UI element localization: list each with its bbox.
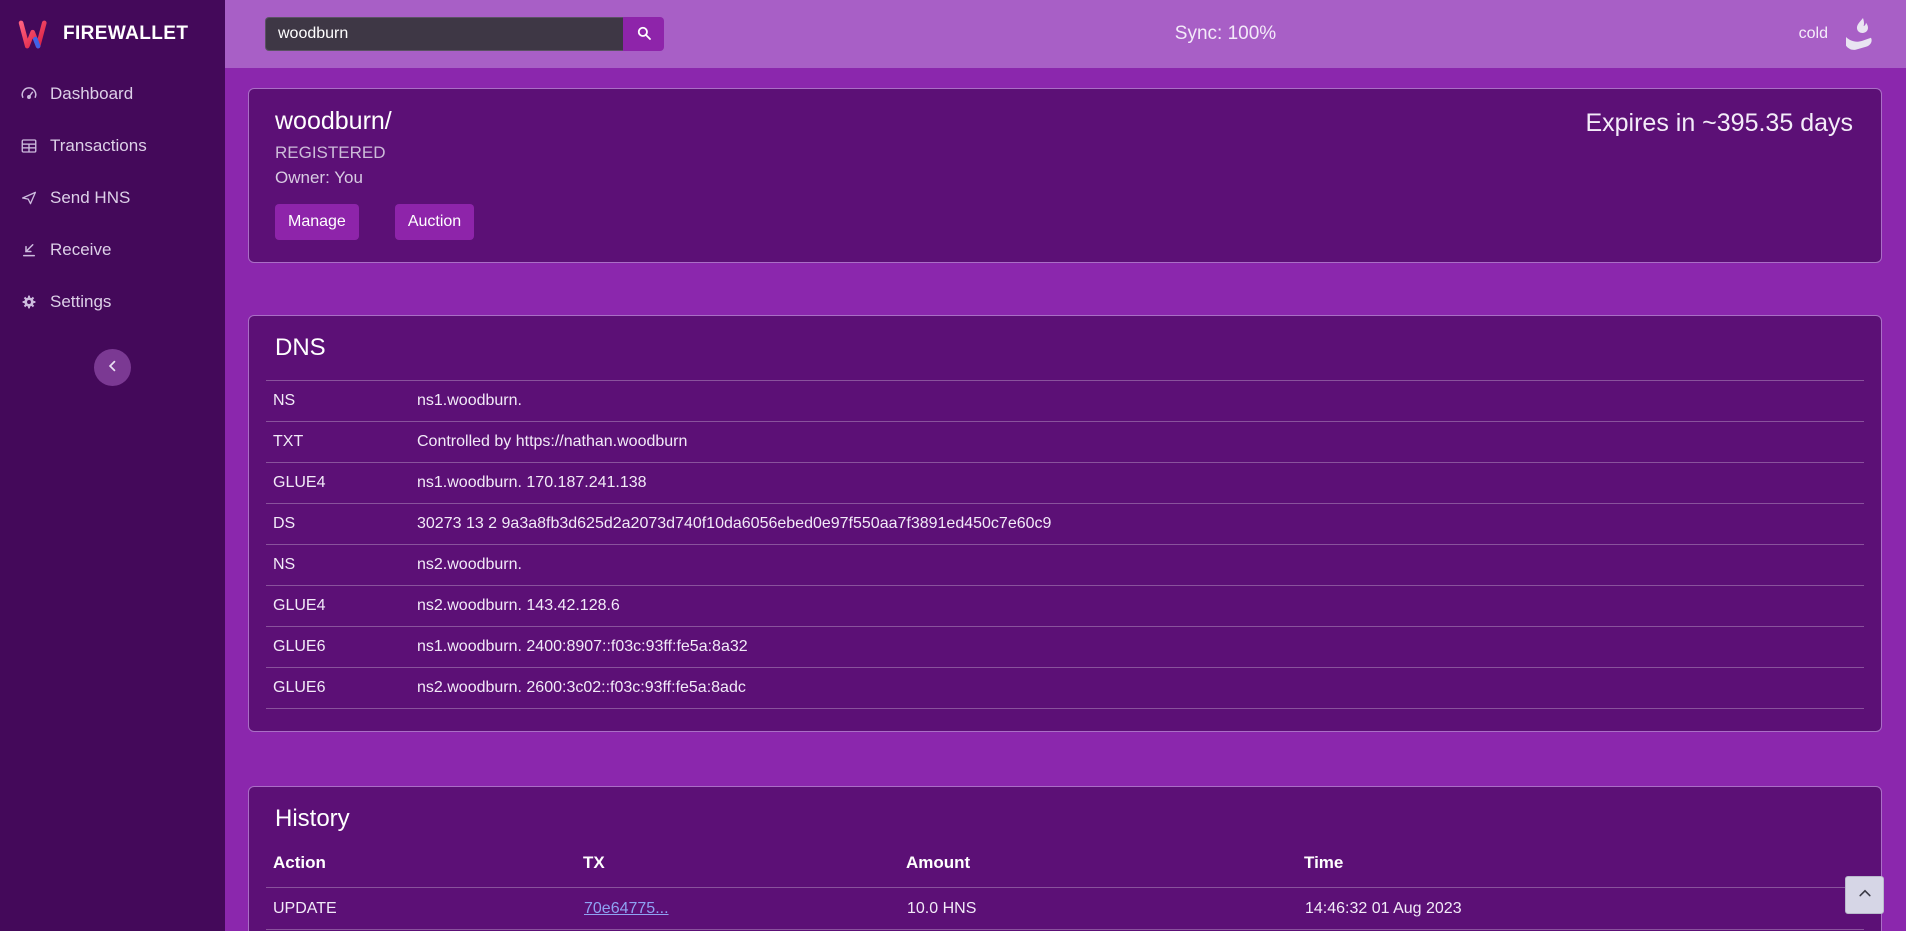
domain-owner: Owner: You: [275, 168, 1855, 188]
dns-record-row: GLUE4 ns1.woodburn. 170.187.241.138: [266, 463, 1864, 504]
topbar-right: cold: [1799, 17, 1880, 51]
dns-record-row: GLUE6 ns1.woodburn. 2400:8907::f03c:93ff…: [266, 627, 1864, 668]
history-col-action: Action: [266, 851, 583, 888]
dns-record-type: NS: [266, 545, 416, 586]
dns-record-type: GLUE6: [266, 668, 416, 709]
sidebar-item-label: Send HNS: [50, 188, 130, 208]
dns-card: DNS NS ns1.woodburn. TXT Controlled by h…: [248, 315, 1882, 732]
dns-record-row: GLUE6 ns2.woodburn. 2600:3c02::f03c:93ff…: [266, 668, 1864, 709]
dns-title: DNS: [249, 334, 1881, 362]
dns-record-value: ns1.woodburn. 2400:8907::f03c:93ff:fe5a:…: [416, 627, 1864, 668]
history-row: UPDATE 70e64775... 10.0 HNS 14:46:32 01 …: [266, 888, 1864, 930]
app-root: FIREWALLET Dashboard Transactions: [0, 0, 1906, 931]
fire-hand-icon[interactable]: [1838, 17, 1880, 51]
send-icon: [20, 189, 38, 207]
sidebar-item-send-hns[interactable]: Send HNS: [0, 172, 225, 224]
dns-record-row: TXT Controlled by https://nathan.woodbur…: [266, 422, 1864, 463]
sidebar-nav: Dashboard Transactions Send HNS: [0, 68, 225, 328]
sidebar-collapse-button[interactable]: [94, 349, 131, 386]
dns-record-row: GLUE4 ns2.woodburn. 143.42.128.6: [266, 586, 1864, 627]
history-action: UPDATE: [266, 888, 583, 930]
sidebar: FIREWALLET Dashboard Transactions: [0, 0, 225, 931]
topbar: Sync: 100% cold: [225, 0, 1906, 68]
domain-actions: Manage Auction: [275, 204, 1855, 240]
dns-record-type: GLUE4: [266, 463, 416, 504]
search-input[interactable]: [265, 17, 623, 51]
manage-button[interactable]: Manage: [275, 204, 359, 240]
domain-expiry: Expires in ~395.35 days: [1585, 109, 1853, 138]
wallet-name: cold: [1799, 25, 1828, 43]
history-col-tx: TX: [583, 851, 906, 888]
dns-record-value: ns2.woodburn.: [416, 545, 1864, 586]
table-icon: [20, 137, 38, 155]
history-header-row: Action TX Amount Time: [266, 851, 1864, 888]
receive-icon: [20, 241, 38, 259]
sidebar-item-receive[interactable]: Receive: [0, 224, 225, 276]
sync-status: Sync: 100%: [1175, 23, 1276, 45]
firewallet-logo-icon: [18, 20, 52, 49]
content: woodburn/ REGISTERED Owner: You Manage A…: [225, 68, 1906, 931]
tx-link[interactable]: 70e64775...: [584, 900, 669, 917]
brand[interactable]: FIREWALLET: [0, 0, 225, 68]
auction-button[interactable]: Auction: [395, 204, 474, 240]
search-button[interactable]: [623, 17, 664, 51]
history-title: History: [249, 805, 1881, 833]
gear-icon: [20, 293, 38, 311]
dns-record-value: 30273 13 2 9a3a8fb3d625d2a2073d740f10da6…: [416, 504, 1864, 545]
dns-record-row: NS ns2.woodburn.: [266, 545, 1864, 586]
sidebar-item-dashboard[interactable]: Dashboard: [0, 68, 225, 120]
history-card: History Action TX Amount Time UPDATE: [248, 786, 1882, 931]
dns-record-type: GLUE4: [266, 586, 416, 627]
dns-record-value: ns2.woodburn. 2600:3c02::f03c:93ff:fe5a:…: [416, 668, 1864, 709]
search-group: [265, 17, 664, 51]
sidebar-item-label: Transactions: [50, 136, 147, 156]
sidebar-item-label: Settings: [50, 292, 111, 312]
dns-record-value: ns2.woodburn. 143.42.128.6: [416, 586, 1864, 627]
gauge-icon: [20, 85, 38, 103]
sidebar-item-transactions[interactable]: Transactions: [0, 120, 225, 172]
sidebar-item-label: Dashboard: [50, 84, 133, 104]
dns-record-type: NS: [266, 381, 416, 422]
brand-name: FIREWALLET: [63, 23, 188, 45]
dns-record-value: ns1.woodburn. 170.187.241.138: [416, 463, 1864, 504]
dns-record-value: ns1.woodburn.: [416, 381, 1864, 422]
chevron-up-icon: [1857, 886, 1873, 905]
main-column: Sync: 100% cold woodburn/ REGISTERED Own…: [225, 0, 1906, 931]
history-amount: 10.0 HNS: [906, 888, 1304, 930]
sidebar-item-settings[interactable]: Settings: [0, 276, 225, 328]
dns-record-value: Controlled by https://nathan.woodburn: [416, 422, 1864, 463]
dns-record-type: DS: [266, 504, 416, 545]
dns-record-row: DS 30273 13 2 9a3a8fb3d625d2a2073d740f10…: [266, 504, 1864, 545]
history-table: Action TX Amount Time UPDATE 70e64775...…: [266, 851, 1864, 931]
dns-record-type: TXT: [266, 422, 416, 463]
domain-card: woodburn/ REGISTERED Owner: You Manage A…: [248, 88, 1882, 263]
search-icon: [635, 24, 653, 45]
history-col-time: Time: [1304, 851, 1864, 888]
sidebar-item-label: Receive: [50, 240, 111, 260]
dns-table: NS ns1.woodburn. TXT Controlled by https…: [266, 380, 1864, 709]
history-time: 14:46:32 01 Aug 2023: [1304, 888, 1864, 930]
dns-record-row: NS ns1.woodburn.: [266, 381, 1864, 422]
chevron-left-icon: [105, 358, 121, 377]
scroll-to-top-button[interactable]: [1845, 876, 1884, 914]
history-col-amount: Amount: [906, 851, 1304, 888]
domain-status: REGISTERED: [275, 143, 1855, 163]
dns-record-type: GLUE6: [266, 627, 416, 668]
